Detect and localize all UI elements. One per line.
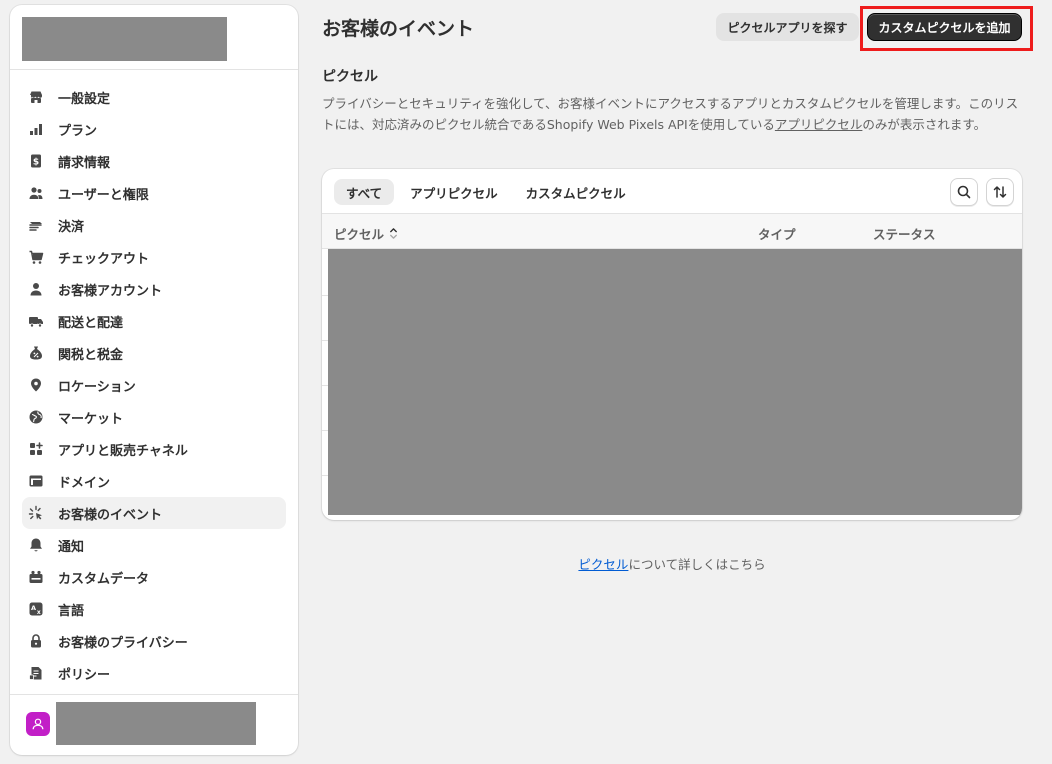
sidebar-item-4[interactable]: 決済 [22, 209, 286, 241]
person-icon [28, 281, 44, 297]
sidebar-nav-list: 一般設定プラン $ 請求情報ユーザーと権限 決済チェックアウト お客様アカウント 配送と配… [22, 81, 286, 689]
sidebar-item-18[interactable]: ポリシー [22, 657, 286, 689]
sidebar-item-5[interactable]: チェックアウト [22, 241, 286, 273]
sidebar-item-label: 請求情報 [58, 155, 111, 171]
sort-chevrons-icon [390, 228, 397, 239]
sidebar-item-15[interactable]: カスタムデータ [22, 561, 286, 593]
language-icon: Ax [28, 601, 44, 617]
custom-data-icon [28, 569, 44, 585]
svg-text:$: $ [33, 158, 39, 168]
column-header-type: タイプ [758, 227, 796, 242]
svg-text:A: A [31, 604, 36, 612]
sidebar-item-label: お客様のプライバシー [58, 635, 188, 651]
find-pixel-apps-button[interactable]: ピクセルアプリを探す [716, 13, 859, 41]
sidebar-item-label: お客様のイベント [58, 507, 163, 523]
app-pixels-link[interactable]: アプリピクセル [775, 117, 863, 132]
sidebar-item-label: 通知 [58, 539, 85, 555]
store-name-redacted[interactable] [22, 17, 227, 61]
lock-icon [28, 633, 44, 649]
sidebar-item-9[interactable]: ロケーション [22, 369, 286, 401]
apps-icon [28, 441, 44, 457]
column-label: ピクセル [334, 227, 385, 242]
sidebar-item-label: マーケット [58, 411, 124, 427]
pixels-card: すべて アプリピクセル カスタムピクセル ピクセル タイプ ステータス [322, 169, 1022, 520]
learn-more-note: ピクセルについて詳しくはこちら [322, 554, 1022, 573]
tax-bag-icon [28, 345, 44, 361]
search-button[interactable] [950, 178, 978, 206]
bell-icon [28, 537, 44, 553]
sidebar-item-11[interactable]: アプリと販売チャネル [22, 433, 286, 465]
sidebar-item-label: カスタムデータ [58, 571, 150, 587]
sidebar-item-6[interactable]: お客様アカウント [22, 273, 286, 305]
truck-icon [28, 313, 44, 329]
svg-text:x: x [37, 609, 41, 616]
sidebar-item-2[interactable]: $ 請求情報 [22, 145, 286, 177]
sidebar-item-13[interactable]: お客様のイベント [22, 497, 286, 529]
store-icon [28, 89, 44, 105]
sidebar-item-label: ポリシー [58, 667, 111, 683]
person-icon [32, 718, 44, 730]
domain-icon [28, 473, 44, 489]
tab-all[interactable]: すべて [334, 179, 395, 205]
sidebar-item-label: プラン [58, 123, 98, 139]
sidebar-item-label: チェックアウト [58, 251, 150, 267]
billing-icon: $ [28, 153, 44, 169]
sidebar-item-1[interactable]: プラン [22, 113, 286, 145]
user-name-redacted[interactable] [56, 702, 256, 745]
page-title: お客様のイベント [322, 18, 475, 40]
sidebar-item-label: 配送と配達 [58, 315, 124, 331]
user-avatar[interactable] [26, 712, 50, 736]
sidebar-item-7[interactable]: 配送と配達 [22, 305, 286, 337]
sidebar-item-14[interactable]: 通知 [22, 529, 286, 561]
sort-arrows-icon [993, 186, 1007, 198]
add-custom-pixel-button[interactable]: カスタムピクセルを追加 [867, 13, 1022, 41]
sidebar-item-17[interactable]: お客様のプライバシー [22, 625, 286, 657]
section-title: ピクセル [322, 69, 378, 85]
sidebar-item-label: ロケーション [58, 379, 136, 395]
sidebar-item-label: お客様アカウント [58, 283, 163, 299]
sidebar-item-12[interactable]: ドメイン [22, 465, 286, 497]
sidebar-item-label: 決済 [58, 219, 85, 235]
sort-button[interactable] [986, 178, 1014, 206]
sidebar-item-label: 関税と税金 [58, 347, 124, 363]
tab-app-pixels[interactable]: アプリピクセル [398, 179, 510, 205]
cursor-click-icon [28, 505, 44, 521]
description-text-end: のみが表示されます。 [862, 117, 987, 132]
tab-custom-pixels[interactable]: カスタムピクセル [514, 179, 638, 205]
payments-icon [28, 217, 44, 233]
settings-sidebar: 一般設定プラン $ 請求情報ユーザーと権限 決済チェックアウト お客様アカウント 配送と配… [10, 5, 298, 755]
sidebar-divider [10, 69, 298, 70]
search-icon [957, 185, 971, 199]
sidebar-item-label: アプリと販売チャネル [58, 443, 188, 459]
sidebar-item-16[interactable]: Ax 言語 [22, 593, 286, 625]
sidebar-item-3[interactable]: ユーザーと権限 [22, 177, 286, 209]
column-header-pixel[interactable]: ピクセル [334, 224, 399, 243]
learn-more-text: について詳しくはこちら [628, 557, 766, 572]
plan-chart-icon [28, 121, 44, 137]
sidebar-item-label: 言語 [58, 603, 85, 619]
section-description: プライバシーとセキュリティを強化して、お客様イベントにアクセスするアプリとカスタ… [322, 93, 1022, 135]
pixels-learn-more-link[interactable]: ピクセル [578, 557, 628, 572]
globe-icon [28, 409, 44, 425]
sidebar-item-label: 一般設定 [58, 91, 111, 107]
column-header-status: ステータス [873, 227, 936, 242]
sidebar-item-10[interactable]: マーケット [22, 401, 286, 433]
sidebar-divider [10, 694, 298, 695]
location-pin-icon [28, 377, 44, 393]
users-icon [28, 185, 44, 201]
table-header: ピクセル タイプ ステータス [322, 213, 1022, 249]
filter-tabs: すべて アプリピクセル カスタムピクセル [334, 179, 638, 205]
table-rows-redacted [328, 249, 1022, 515]
sidebar-item-label: ドメイン [58, 475, 111, 491]
policy-icon [28, 665, 44, 681]
sidebar-item-label: ユーザーと権限 [58, 187, 149, 203]
sidebar-item-8[interactable]: 関税と税金 [22, 337, 286, 369]
sidebar-item-0[interactable]: 一般設定 [22, 81, 286, 113]
cart-icon [28, 249, 44, 265]
